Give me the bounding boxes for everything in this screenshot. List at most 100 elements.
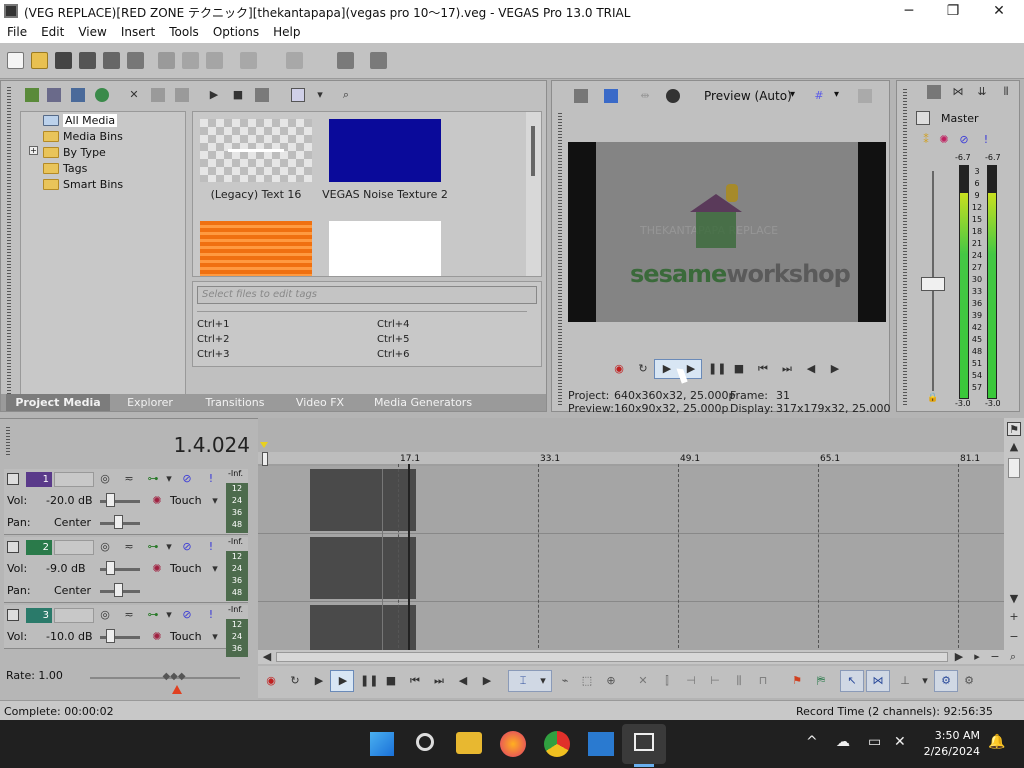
subclip-icon[interactable] [175,88,189,102]
scroll-left-icon[interactable]: ◀ [260,650,274,664]
edit-tool-dropdown-icon[interactable]: ▾ [536,674,550,688]
menu-insert[interactable]: Insert [114,23,162,41]
audio-clip[interactable] [310,469,416,531]
automation-icon[interactable]: ⁑ [919,133,933,147]
time-ruler[interactable] [258,452,1004,464]
media-thumbnail[interactable] [329,221,441,276]
vertical-scrollbar[interactable]: ⚑ ▲ ▼ + − [1004,418,1024,662]
lock-icon[interactable]: ⊓ [756,674,770,688]
automation-dropdown-icon[interactable]: ▾ [208,494,222,508]
quality-dropdown-arrow-icon[interactable]: ▾ [790,89,795,100]
solo-icon[interactable]: ! [204,472,218,486]
remove-icon[interactable]: ✕ [127,88,141,102]
tree-item-tags[interactable]: Tags [43,160,87,176]
zoom-in-icon[interactable]: + [1007,610,1021,624]
invert-phase-icon[interactable]: ≂ [122,608,136,622]
track-collapse-icon[interactable] [7,541,19,553]
marker-bar[interactable] [258,418,1004,452]
volume-slider-knob[interactable] [106,561,115,575]
capture-video-icon[interactable] [47,88,61,102]
maximize-button[interactable]: ❐ [938,2,968,20]
scroll-up-icon[interactable]: ▲ [1007,440,1021,454]
loop-playback-icon[interactable]: ↻ [288,674,302,688]
media-thumbnail[interactable] [329,119,441,182]
thumbnail-scrollbar[interactable] [526,112,541,276]
expand-by-type-icon[interactable]: + [29,146,38,155]
scroll-down-icon[interactable]: ▼ [1007,592,1021,606]
menu-options[interactable]: Options [206,23,266,41]
play-preview-icon[interactable]: ▶ [207,88,221,102]
new-icon[interactable] [7,52,24,69]
split-screen-icon[interactable]: ⇹ [638,89,652,103]
playhead-icon[interactable] [262,452,268,466]
solo-icon[interactable]: ! [204,540,218,554]
loop-region-marker-icon[interactable] [260,442,268,448]
stop-icon[interactable]: ■ [384,674,398,688]
tree-item-media-bins[interactable]: Media Bins [43,128,123,144]
master-fx-icon[interactable]: ✺ [937,133,951,147]
open-icon[interactable] [31,52,48,69]
mute-icon[interactable]: ⊘ [180,540,194,554]
firefox-icon[interactable] [500,731,526,757]
master-toggle-icon[interactable] [916,111,930,125]
arm-record-icon[interactable]: ◎ [98,608,112,622]
volume-muted-icon[interactable]: ✕ [894,734,906,750]
external-monitor-icon[interactable] [604,89,618,103]
trim-icon[interactable]: ⫿ [660,674,674,688]
copy-icon[interactable] [182,52,199,69]
mono-icon[interactable]: ⫴ [999,85,1013,99]
snapping-icon[interactable]: ⊥ [898,674,912,688]
copy-snapshot-icon[interactable] [858,89,872,103]
scroll-thumb[interactable] [1008,458,1020,478]
automation-mode[interactable]: Touch [170,494,202,507]
views-icon[interactable] [291,88,305,102]
previous-frame-icon[interactable]: ◀ [804,362,818,376]
trim-end-icon[interactable]: ⊢ [708,674,722,688]
invert-phase-icon[interactable]: ≂ [122,540,136,554]
pause-icon[interactable]: ❚❚ [708,362,726,376]
track-fx-icon[interactable]: ⊶ [146,540,160,554]
render-icon[interactable] [103,52,120,69]
photos-icon[interactable] [588,732,614,756]
overlays-dropdown-icon[interactable]: ▾ [834,89,839,100]
get-media-icon[interactable] [71,88,85,102]
save-as-icon[interactable] [79,52,96,69]
mute-icon[interactable]: ⊘ [957,133,971,147]
loop-playback-icon[interactable]: ↻ [636,362,650,376]
tab-transitions[interactable]: Transitions [197,394,273,411]
track-collapse-icon[interactable] [7,609,19,621]
tree-item-by-type[interactable]: By Type [43,144,106,160]
import-media-icon[interactable] [25,88,39,102]
tree-item-smart-bins[interactable]: Smart Bins [43,176,123,192]
lock-icon[interactable]: 🔒 [927,393,938,403]
tab-media-generators[interactable]: Media Generators [369,394,477,411]
minimize-button[interactable]: ─ [894,2,924,20]
undo-icon[interactable] [240,52,257,69]
track-name-field[interactable] [54,540,94,555]
paste-icon[interactable] [206,52,223,69]
insert-region-icon[interactable]: ⛿ [814,674,828,688]
master-fader-knob[interactable] [921,277,945,291]
rate-slider-knob[interactable]: ◆◆◆ [162,671,186,683]
file-explorer-icon[interactable] [456,732,482,754]
timeline-zoom-out-icon[interactable]: − [988,650,1002,664]
scroll-end-icon[interactable]: ▸ [970,650,984,664]
views-dropdown-icon[interactable]: ▾ [313,88,327,102]
zoom-edit-tool-icon[interactable]: ⊕ [604,674,618,688]
track-header[interactable]: 2 ◎ ≂ ⊶ ▾ ⊘! Vol: -9.0 dB ✺ Touch ▾ -Inf. Pan: Center… [4,537,248,603]
downmix-icon[interactable]: ⋈ [951,85,965,99]
stop-icon[interactable]: ■ [732,362,746,376]
menu-file[interactable]: File [0,23,34,41]
preview-properties-icon[interactable] [574,89,588,103]
mute-icon[interactable]: ⊘ [180,608,194,622]
cloud-icon[interactable]: ☁ [836,734,850,750]
invert-phase-icon[interactable]: ≂ [122,472,136,486]
pan-slider-knob[interactable] [114,583,123,597]
preview-quality-icon[interactable] [666,89,680,103]
properties-icon[interactable] [127,52,144,69]
record-icon[interactable]: ◉ [264,674,278,688]
track-fx-icon[interactable]: ⊶ [146,608,160,622]
delete-icon[interactable]: ✕ [636,674,650,688]
tags-input[interactable]: Select files to edit tags [197,286,537,304]
timecode-display[interactable]: 1.4.024 [160,433,250,457]
